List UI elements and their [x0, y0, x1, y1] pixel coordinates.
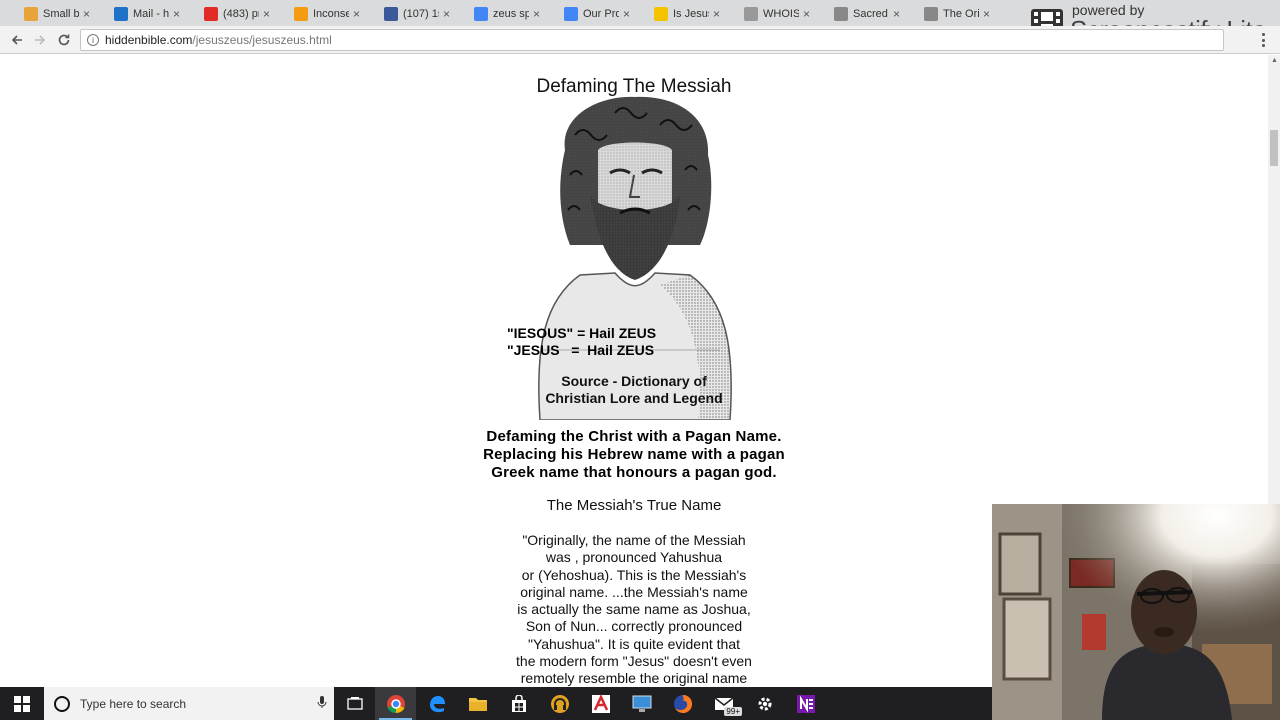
browser-tab[interactable]: Is Jesus 2 × — [638, 2, 726, 26]
mail-badge: 99+ — [724, 707, 742, 716]
source-line-2: Christian Lore and Legend — [545, 390, 723, 406]
tab-label: Is Jesus 2 — [673, 8, 709, 20]
summary-line-3: Greek name that honours a pagan god. — [491, 464, 777, 481]
tab-label: Sacred N — [853, 8, 889, 20]
browser-tab[interactable]: zeus spe × — [458, 2, 546, 26]
microphone-icon[interactable] — [310, 695, 334, 712]
tab-close-icon[interactable]: × — [893, 7, 900, 21]
source-line-1: Source - Dictionary of — [561, 373, 707, 389]
browser-tab[interactable]: Small bu × — [8, 2, 96, 26]
browser-tab[interactable]: (107) 1st × — [368, 2, 456, 26]
webcam-overlay — [992, 504, 1280, 720]
headphones-icon[interactable] — [539, 687, 580, 720]
taskbar-search-box[interactable]: Type here to search — [44, 687, 334, 720]
browser-tab[interactable]: Inconsec × — [278, 2, 366, 26]
tab-label: WHOIS s — [763, 8, 799, 20]
task-view-icon[interactable] — [334, 687, 375, 720]
info-icon — [654, 7, 668, 21]
back-arrow-icon[interactable] — [8, 31, 26, 49]
tab-close-icon[interactable]: × — [173, 7, 180, 21]
cortana-icon — [54, 695, 70, 712]
windows-taskbar: Type here to search 99+ — [0, 687, 992, 720]
reload-icon[interactable] — [55, 31, 73, 49]
address-bar[interactable]: i hiddenbible.com/jesuszeus/jesuszeus.ht… — [80, 29, 1224, 51]
tab-close-icon[interactable]: × — [713, 7, 720, 21]
tab-close-icon[interactable]: × — [803, 7, 810, 21]
browser-tab[interactable]: The Orig × — [908, 2, 996, 26]
scroll-thumb[interactable] — [1270, 130, 1278, 166]
tab-close-icon[interactable]: × — [263, 7, 270, 21]
url-path: /jesuszeus/jesuszeus.html — [192, 33, 332, 47]
edge-icon[interactable] — [416, 687, 457, 720]
chrome-icon[interactable] — [375, 687, 416, 720]
file-explorer-icon[interactable] — [457, 687, 498, 720]
tab-close-icon[interactable]: × — [983, 7, 990, 21]
store-icon[interactable] — [498, 687, 539, 720]
tab-close-icon[interactable]: × — [83, 7, 90, 21]
tab-label: Our Proc — [583, 8, 619, 20]
browser-tab[interactable]: Our Proc × — [548, 2, 636, 26]
windows-start-icon[interactable] — [0, 687, 44, 720]
tab-favicon — [24, 7, 38, 21]
scroll-up-arrow-icon[interactable]: ▲ — [1271, 57, 1278, 64]
tab-label: Inconsec — [313, 8, 349, 20]
youtube-icon — [204, 7, 218, 21]
summary-line-1: Defaming the Christ with a Pagan Name. — [486, 428, 782, 445]
caption-line-2: "JESUS = Hail ZEUS — [507, 342, 655, 358]
settings-gear-icon[interactable] — [744, 687, 785, 720]
facebook-icon — [384, 7, 398, 21]
tab-close-icon[interactable]: × — [533, 7, 540, 21]
image-source: Source - Dictionary of Christian Lore an… — [0, 373, 1268, 407]
search-placeholder: Type here to search — [80, 696, 187, 711]
tab-close-icon[interactable]: × — [353, 7, 360, 21]
summary-line-2: Replacing his Hebrew name with a pagan — [483, 446, 785, 463]
tab-close-icon[interactable]: × — [623, 7, 630, 21]
page-icon — [834, 7, 848, 21]
tab-close-icon[interactable]: × — [443, 7, 450, 21]
bold-summary: Defaming the Christ with a Pagan Name. R… — [0, 428, 1268, 482]
google-icon — [474, 7, 488, 21]
tab-label: (107) 1st — [403, 8, 439, 20]
url-domain: hiddenbible.com — [105, 33, 193, 47]
browser-tab[interactable]: (483) prf × — [188, 2, 276, 26]
whois-icon — [744, 7, 758, 21]
bust-caption: "IESOUS" = Hail ZEUS "JESUS = Hail ZEUS — [507, 325, 656, 359]
tab-label: The Orig — [943, 8, 979, 20]
google-icon — [564, 7, 578, 21]
tab-label: zeus spe — [493, 8, 529, 20]
tab-label: Mail - hi — [133, 8, 169, 20]
mail-icon[interactable]: 99+ — [703, 687, 744, 720]
tab-label: Small bu — [43, 8, 79, 20]
browser-tab[interactable]: WHOIS s × — [728, 2, 816, 26]
adobe-icon[interactable] — [580, 687, 621, 720]
browser-menu-icon[interactable] — [1262, 33, 1266, 47]
forward-arrow-icon[interactable] — [31, 31, 49, 49]
blogger-icon — [294, 7, 308, 21]
browser-tab[interactable]: Sacred N × — [818, 2, 906, 26]
info-icon[interactable]: i — [87, 34, 99, 46]
firefox-icon[interactable] — [662, 687, 703, 720]
outlook-icon — [114, 7, 128, 21]
zeus-bust-image — [538, 96, 732, 420]
remote-desktop-icon[interactable] — [621, 687, 662, 720]
tab-label: (483) prf — [223, 8, 259, 20]
browser-toolbar: i hiddenbible.com/jesuszeus/jesuszeus.ht… — [0, 26, 1280, 54]
onenote-icon[interactable] — [785, 687, 826, 720]
browser-tab[interactable]: Mail - hi × — [98, 2, 186, 26]
caption-line-1: "IESOUS" = Hail ZEUS — [507, 325, 657, 341]
page-icon — [924, 7, 938, 21]
